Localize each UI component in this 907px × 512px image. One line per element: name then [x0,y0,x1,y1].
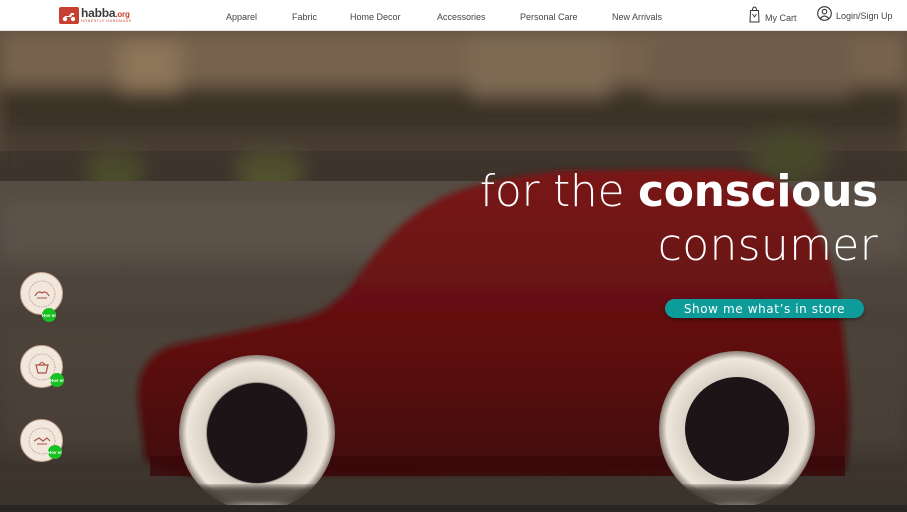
hero-headline: for the conscious consumer [479,166,879,274]
badge-handmade[interactable]: Hov er [20,272,63,322]
cart-link[interactable]: My Cart [749,6,797,28]
hero-banner: for the conscious consumer [0,31,907,505]
badge-artisan[interactable]: Hov er [20,345,64,388]
login-label: Login/Sign Up [836,11,893,21]
next-section-peek [0,505,907,512]
scooter-icon [59,7,79,24]
site-header: habba.org HONESTLY HANDMADE Apparel Fabr… [0,0,907,31]
logo-wordmark: habba.org [81,6,130,21]
user-account-icon [817,6,832,26]
cart-label: My Cart [765,13,797,23]
shopping-bag-icon [749,6,760,28]
headline-line1-bold: conscious [637,166,878,217]
nav-item-personal-care[interactable]: Personal Care [520,12,578,22]
hover-tag: Hov er [50,373,64,387]
hover-tag: Hov er [42,308,56,322]
badge-fair-trade[interactable]: Hov er [20,419,63,462]
nav-item-accessories[interactable]: Accessories [437,12,486,22]
nav-item-home-decor[interactable]: Home Decor [350,12,401,22]
nav-item-fabric[interactable]: Fabric [292,12,317,22]
nav-item-new-arrivals[interactable]: New Arrivals [612,12,662,22]
login-signup-link[interactable]: Login/Sign Up [817,6,893,26]
hover-tag: Hov er [48,445,62,459]
logo-tagline: HONESTLY HANDMADE [81,19,132,24]
hands-icon [28,280,55,307]
headline-line2: consumer [657,220,878,271]
site-logo[interactable]: habba.org HONESTLY HANDMADE [59,7,132,24]
headline-line1-light: for the [479,166,638,217]
nav-item-apparel[interactable]: Apparel [226,12,257,22]
shop-cta-button[interactable]: Show me what’s in store [665,299,864,318]
